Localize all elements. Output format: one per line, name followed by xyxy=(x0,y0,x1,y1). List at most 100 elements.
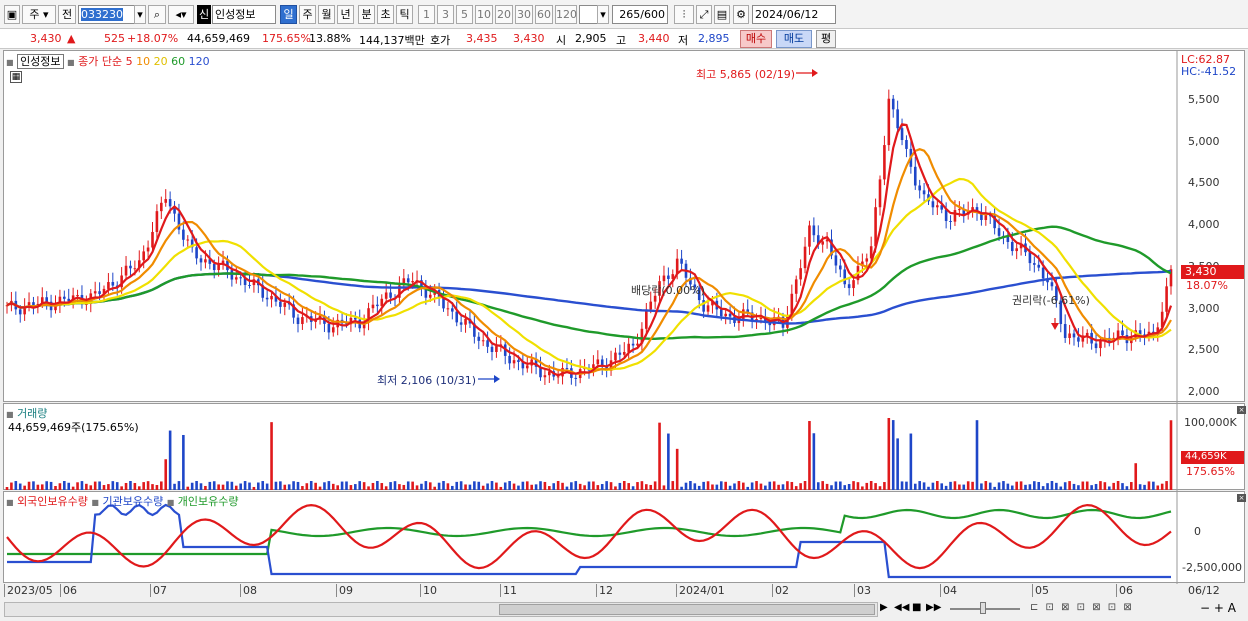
volume-bar xyxy=(865,482,869,490)
volume-bar xyxy=(975,420,979,490)
data-count-field[interactable]: 265/600 xyxy=(612,5,668,24)
ma60-line xyxy=(6,225,1172,340)
volume-bar xyxy=(534,484,538,490)
price-chart[interactable] xyxy=(4,51,1246,403)
institution-label[interactable]: 기관보유수량 xyxy=(102,495,163,508)
volume-bar xyxy=(525,481,529,490)
x-axis-label: 02 xyxy=(772,584,789,597)
volume-bar xyxy=(120,486,123,490)
volume-bar xyxy=(662,485,666,490)
volume-bar xyxy=(719,481,723,490)
interval-60[interactable]: 60 xyxy=(535,5,553,24)
interval-3[interactable]: 3 xyxy=(437,5,454,24)
personal-label[interactable]: 개인보유수량 xyxy=(178,495,239,508)
candle-body xyxy=(331,327,335,333)
period-week[interactable]: 주 xyxy=(299,5,316,24)
volume-bar xyxy=(354,484,357,490)
period-second[interactable]: 초 xyxy=(377,5,394,24)
volume-bar xyxy=(834,481,838,490)
period-day[interactable]: 일 xyxy=(280,5,297,24)
volume-bar xyxy=(309,481,313,490)
sell-button[interactable]: 매도 xyxy=(776,30,812,48)
ma-period-60: 60 xyxy=(171,55,186,68)
search-icon[interactable]: ⌕ xyxy=(148,5,166,24)
candle-body xyxy=(543,375,547,378)
volume-bar xyxy=(349,485,353,490)
volume-bar xyxy=(208,481,212,490)
volume-bar xyxy=(1063,482,1067,490)
date-field[interactable]: 2024/06/12 xyxy=(752,5,836,24)
candle-body xyxy=(865,258,869,262)
stock-name-field[interactable]: 인성정보 xyxy=(212,5,276,24)
code-dropdown-icon[interactable]: ▾ xyxy=(134,5,146,24)
holding-close-icon[interactable]: × xyxy=(1237,494,1246,502)
fast-forward-icon[interactable]: ▶▶ xyxy=(926,602,941,617)
horizontal-scrollbar[interactable] xyxy=(4,602,878,617)
ma10-line xyxy=(6,148,1172,375)
eval-button[interactable]: 평 xyxy=(816,30,836,48)
speaker-icon[interactable]: ◂▾ xyxy=(168,5,194,24)
price-title[interactable]: 인성정보 xyxy=(17,54,64,69)
zoom-slider[interactable] xyxy=(950,602,1020,614)
period-month[interactable]: 월 xyxy=(318,5,335,24)
volume-bar xyxy=(287,484,291,490)
foreign-label[interactable]: 외국인보유수량 xyxy=(17,495,88,508)
volume-current-pct: 175.65% xyxy=(1186,465,1235,478)
interval-20[interactable]: 20 xyxy=(495,5,513,24)
period-minute[interactable]: 분 xyxy=(358,5,375,24)
candle-icon[interactable]: ⫶ xyxy=(674,5,694,24)
volume-bar xyxy=(71,486,75,490)
stop-icon[interactable]: ■ xyxy=(912,602,924,617)
open-label: 시 xyxy=(556,34,567,47)
interval-120[interactable]: 120 xyxy=(555,5,577,24)
candle-body xyxy=(556,376,560,378)
volume-bar xyxy=(781,484,785,490)
interval-1[interactable]: 1 xyxy=(418,5,435,24)
volume-bar xyxy=(900,481,904,490)
interval-30[interactable]: 30 xyxy=(515,5,533,24)
scrollbar-thumb[interactable] xyxy=(499,604,875,615)
price-legend: ■ 인성정보 ■ 종가 단순 5 10 20 60 120 xyxy=(6,53,210,69)
table-icon[interactable]: ▦ xyxy=(10,71,22,83)
candle-body xyxy=(124,265,128,276)
candle-body xyxy=(384,292,388,299)
gear-icon[interactable]: ⚙ xyxy=(733,5,749,24)
chart-tools-icon[interactable]: ⊏ ⊡ ⊠ ⊡ ⊠ ⊡ ⊠ xyxy=(1030,602,1190,617)
candle-body xyxy=(662,275,666,282)
volume-bar xyxy=(931,482,935,490)
volume-close-icon[interactable]: × xyxy=(1237,406,1246,414)
window-menu-icon[interactable]: ▣ xyxy=(4,5,20,24)
volume-bar xyxy=(570,482,573,490)
candle-body xyxy=(195,247,198,259)
volume-bar xyxy=(803,481,807,490)
volume-bar xyxy=(1028,484,1032,490)
rewind-icon[interactable]: ◀◀ xyxy=(894,602,909,617)
volume-bar xyxy=(1037,481,1041,490)
x-axis-label: 11 xyxy=(500,584,517,597)
volume-bar xyxy=(852,481,855,490)
period-tick[interactable]: 틱 xyxy=(396,5,413,24)
zoom-slider-handle[interactable] xyxy=(980,602,986,614)
x-axis-label: 04 xyxy=(940,584,957,597)
volume-bar xyxy=(755,481,758,490)
x-axis-label: 10 xyxy=(420,584,437,597)
period-year[interactable]: 년 xyxy=(337,5,354,24)
volume-bar xyxy=(958,484,961,490)
interval-5[interactable]: 5 xyxy=(456,5,473,24)
volume-bar xyxy=(1099,481,1102,490)
save-icon[interactable]: ▤ xyxy=(714,5,730,24)
ma-label[interactable]: 종가 단순 xyxy=(78,55,122,68)
volume-bar xyxy=(1085,481,1089,490)
zoom-controls-icon[interactable]: − + A xyxy=(1200,601,1246,616)
volume-chart[interactable] xyxy=(4,404,1246,491)
market-select[interactable]: 주 ▾ xyxy=(22,5,56,24)
volume-bar xyxy=(640,481,644,490)
scroll-right-icon[interactable]: ▶ xyxy=(880,602,892,617)
buy-button[interactable]: 매수 xyxy=(740,30,772,48)
interval-10[interactable]: 10 xyxy=(475,5,493,24)
volume-bar xyxy=(561,482,564,490)
interval-dropdown-icon[interactable]: ▾ xyxy=(597,5,609,24)
prev-button[interactable]: 전 xyxy=(58,5,76,24)
draw-tool-icon[interactable]: ⤢ xyxy=(696,5,712,24)
candle-body xyxy=(887,98,891,146)
